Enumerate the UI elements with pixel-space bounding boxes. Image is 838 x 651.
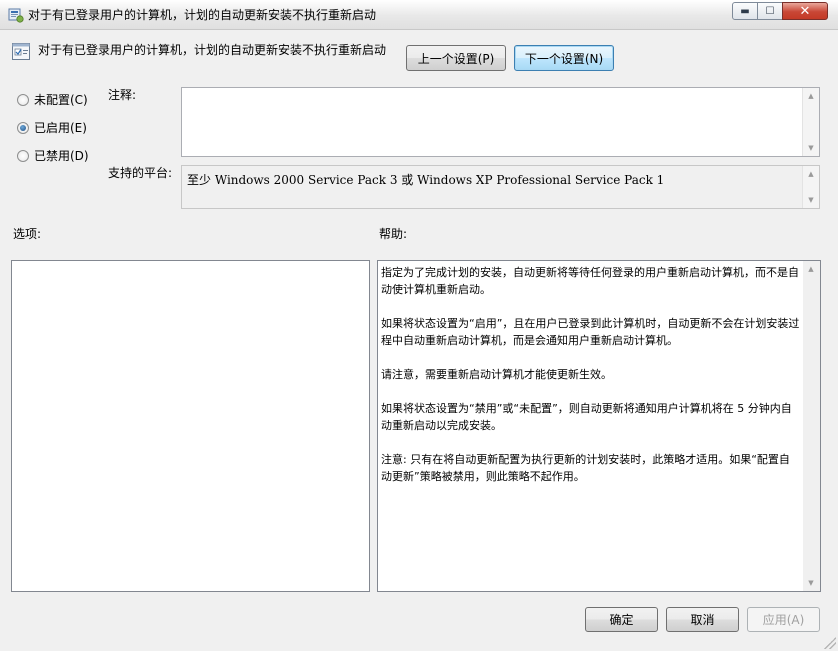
help-paragraph: 如果将状态设置为“禁用”或“未配置”，则自动更新将通知用户计算机将在 5 分钟内…: [381, 402, 792, 432]
radio-button-icon: [17, 149, 29, 162]
minimize-button[interactable]: ▬: [732, 2, 758, 20]
policy-setting-icon: [12, 43, 30, 60]
comment-textarea[interactable]: ▲ ▼: [181, 87, 820, 157]
close-button[interactable]: ✕: [782, 2, 828, 20]
options-pane: [11, 260, 370, 592]
maximize-button[interactable]: ☐: [757, 2, 783, 20]
radio-not-configured[interactable]: 未配置(C): [17, 91, 88, 108]
apply-button[interactable]: 应用(A): [747, 607, 820, 632]
scroll-up-arrow-icon[interactable]: ▲: [803, 262, 819, 276]
help-text: 指定为了完成计划的安装，自动更新将等待任何登录的用户重新启动计算机，而不是自动使…: [381, 264, 800, 502]
cancel-button[interactable]: 取消: [666, 607, 739, 632]
policy-title: 对于有已登录用户的计算机，计划的自动更新安装不执行重新启动: [38, 43, 387, 57]
scroll-down-arrow-icon[interactable]: ▼: [803, 576, 819, 590]
window-title: 对于有已登录用户的计算机，计划的自动更新安装不执行重新启动: [28, 8, 377, 22]
radio-label: 未配置(C): [34, 93, 88, 107]
scroll-down-arrow-icon[interactable]: ▼: [803, 141, 819, 155]
minimize-icon: ▬: [740, 5, 750, 17]
radio-label: 已启用(E): [34, 121, 87, 135]
comment-label: 注释:: [108, 88, 137, 102]
options-label: 选项:: [13, 227, 42, 241]
scroll-up-arrow-icon[interactable]: ▲: [803, 89, 819, 103]
previous-setting-button[interactable]: 上一个设置(P): [406, 45, 506, 71]
help-paragraph: 注意: 只有在将自动更新配置为执行更新的计划安装时，此策略才适用。如果“配置自动…: [381, 453, 790, 483]
help-label: 帮助:: [379, 227, 408, 241]
supported-platform-value: 至少 Windows 2000 Service Pack 3 或 Windows…: [187, 173, 665, 187]
radio-enabled[interactable]: 已启用(E): [17, 119, 87, 136]
close-icon: ✕: [799, 3, 811, 19]
help-paragraph: 指定为了完成计划的安装，自动更新将等待任何登录的用户重新启动计算机，而不是自动使…: [381, 266, 799, 296]
supported-platform-field: 至少 Windows 2000 Service Pack 3 或 Windows…: [181, 165, 820, 209]
radio-label: 已禁用(D): [34, 149, 89, 163]
radio-button-icon: [17, 93, 29, 106]
radio-button-checked-icon: [17, 121, 29, 134]
help-scrollbar[interactable]: ▲ ▼: [803, 261, 820, 591]
scroll-up-arrow-icon[interactable]: ▲: [803, 167, 819, 181]
group-policy-setting-icon: [8, 8, 24, 23]
scroll-down-arrow-icon[interactable]: ▼: [803, 193, 819, 207]
supported-platform-label: 支持的平台:: [108, 166, 173, 180]
help-paragraph: 如果将状态设置为“启用”，且在用户已登录到此计算机时，自动更新不会在计划安装过程…: [381, 317, 800, 347]
maximize-icon: ☐: [765, 5, 775, 17]
comment-scrollbar[interactable]: ▲ ▼: [802, 88, 819, 156]
resize-grip-icon[interactable]: [824, 637, 836, 649]
help-paragraph: 请注意，需要重新启动计算机才能使更新生效。: [381, 368, 612, 381]
help-pane: 指定为了完成计划的安装，自动更新将等待任何登录的用户重新启动计算机，而不是自动使…: [377, 260, 821, 592]
platform-scrollbar[interactable]: ▲ ▼: [802, 166, 819, 208]
title-bar: 对于有已登录用户的计算机，计划的自动更新安装不执行重新启动 ▬ ☐ ✕: [0, 0, 838, 30]
ok-button[interactable]: 确定: [585, 607, 658, 632]
next-setting-button[interactable]: 下一个设置(N): [514, 45, 614, 71]
radio-disabled[interactable]: 已禁用(D): [17, 147, 89, 164]
